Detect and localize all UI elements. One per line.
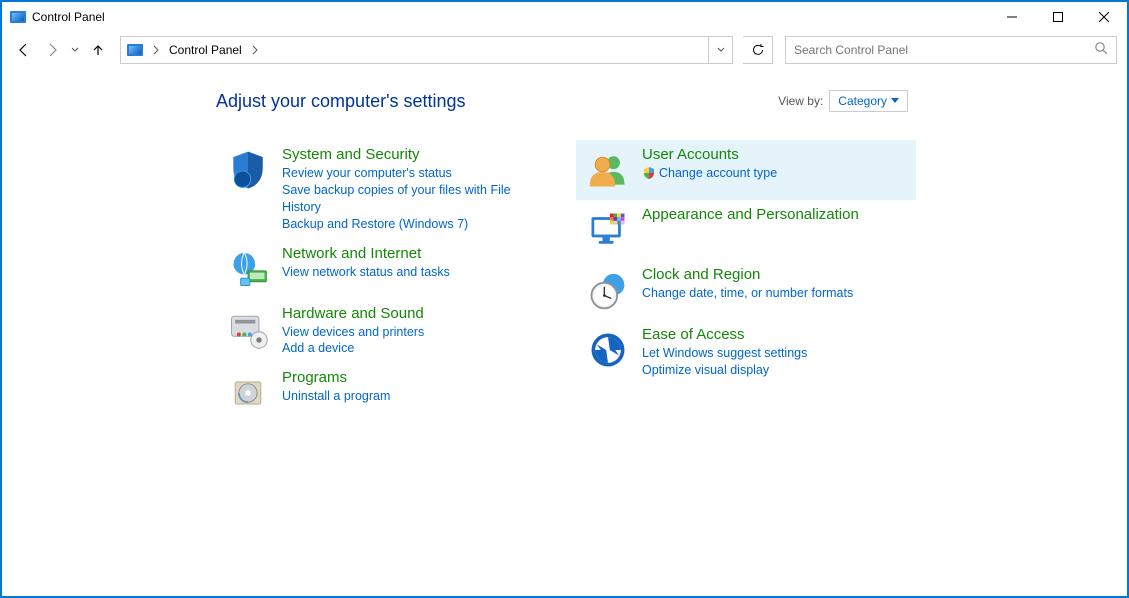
category-body: Network and Internet View network status … xyxy=(282,245,450,293)
back-button[interactable] xyxy=(12,38,36,62)
category-body: System and Security Review your computer'… xyxy=(282,146,546,233)
breadcrumb-icon-segment[interactable] xyxy=(121,37,149,63)
category-link[interactable]: View devices and printers xyxy=(282,324,424,341)
link-label: View devices and printers xyxy=(282,324,424,341)
category-title-user-accounts[interactable]: User Accounts xyxy=(642,146,777,163)
link-label: Change date, time, or number formats xyxy=(642,285,853,302)
refresh-button[interactable] xyxy=(743,36,773,64)
programs-icon[interactable] xyxy=(224,369,272,417)
category-title-appearance[interactable]: Appearance and Personalization xyxy=(642,206,859,223)
category-column-left: System and Security Review your computer'… xyxy=(216,140,554,423)
category-link[interactable]: Change account type xyxy=(642,165,777,182)
address-dropdown-button[interactable] xyxy=(708,37,732,63)
category-column-right: User Accounts Change account type Appearan… xyxy=(576,140,916,423)
chevron-right-icon[interactable] xyxy=(248,37,262,63)
category-title-ease-of-access[interactable]: Ease of Access xyxy=(642,326,807,343)
link-label: Uninstall a program xyxy=(282,388,390,405)
category-ease-of-access: Ease of Access Let Windows suggest settin… xyxy=(576,320,916,385)
search-box[interactable] xyxy=(785,36,1117,64)
control-panel-icon xyxy=(127,44,143,56)
category-link[interactable]: Let Windows suggest settings xyxy=(642,345,807,362)
category-link[interactable]: Uninstall a program xyxy=(282,388,390,405)
category-network-internet: Network and Internet View network status … xyxy=(216,239,554,299)
address-bar[interactable]: Control Panel xyxy=(120,36,733,64)
view-by-select[interactable]: Category xyxy=(829,90,908,112)
clock-region-icon[interactable] xyxy=(584,266,632,314)
appearance-icon[interactable] xyxy=(584,206,632,254)
network-internet-icon[interactable] xyxy=(224,245,272,293)
view-by-control: View by: Category xyxy=(778,90,908,112)
category-system-security: System and Security Review your computer'… xyxy=(216,140,554,239)
control-panel-icon xyxy=(10,9,26,25)
category-link[interactable]: Change date, time, or number formats xyxy=(642,285,853,302)
link-label: Optimize visual display xyxy=(642,362,769,379)
forward-button[interactable] xyxy=(40,38,64,62)
view-by-label: View by: xyxy=(778,94,823,108)
window-title: Control Panel xyxy=(32,10,105,24)
category-link[interactable]: Backup and Restore (Windows 7) xyxy=(282,216,546,233)
recent-locations-button[interactable] xyxy=(68,38,82,62)
category-link[interactable]: View network status and tasks xyxy=(282,264,450,281)
maximize-button[interactable] xyxy=(1035,2,1081,32)
search-icon[interactable] xyxy=(1094,41,1108,60)
chevron-down-icon xyxy=(891,98,899,104)
category-body: Appearance and Personalization xyxy=(642,206,859,254)
category-user-accounts: User Accounts Change account type xyxy=(576,140,916,200)
up-button[interactable] xyxy=(86,38,110,62)
link-label: Let Windows suggest settings xyxy=(642,345,807,362)
link-label: Add a device xyxy=(282,340,354,357)
category-body: Hardware and Sound View devices and print… xyxy=(282,305,424,358)
ease-of-access-icon[interactable] xyxy=(584,326,632,374)
category-title-network-internet[interactable]: Network and Internet xyxy=(282,245,450,262)
category-link[interactable]: Review your computer's status xyxy=(282,165,546,182)
view-by-value: Category xyxy=(838,94,887,108)
category-clock-region: Clock and Region Change date, time, or nu… xyxy=(576,260,916,320)
titlebar: Control Panel xyxy=(2,2,1127,32)
category-title-hardware-sound[interactable]: Hardware and Sound xyxy=(282,305,424,322)
system-security-icon[interactable] xyxy=(224,146,272,194)
content-area: Adjust your computer's settings View by:… xyxy=(2,68,1127,423)
category-link[interactable]: Add a device xyxy=(282,340,424,357)
link-label: View network status and tasks xyxy=(282,264,450,281)
search-input[interactable] xyxy=(794,43,1094,57)
category-body: Ease of Access Let Windows suggest settin… xyxy=(642,326,807,379)
category-programs: Programs Uninstall a program xyxy=(216,363,554,423)
category-body: User Accounts Change account type xyxy=(642,146,777,194)
category-link[interactable]: Save backup copies of your files with Fi… xyxy=(282,182,546,216)
minimize-button[interactable] xyxy=(989,2,1035,32)
close-button[interactable] xyxy=(1081,2,1127,32)
link-label: Review your computer's status xyxy=(282,165,452,182)
navigation-bar: Control Panel xyxy=(2,32,1127,68)
category-title-system-security[interactable]: System and Security xyxy=(282,146,546,163)
category-hardware-sound: Hardware and Sound View devices and print… xyxy=(216,299,554,364)
hardware-sound-icon[interactable] xyxy=(224,305,272,353)
category-link[interactable]: Optimize visual display xyxy=(642,362,807,379)
chevron-right-icon[interactable] xyxy=(149,37,163,63)
link-label: Save backup copies of your files with Fi… xyxy=(282,182,546,216)
category-title-clock-region[interactable]: Clock and Region xyxy=(642,266,853,283)
window-controls xyxy=(989,2,1127,32)
user-accounts-icon[interactable] xyxy=(584,146,632,194)
address-spacer[interactable] xyxy=(262,37,708,63)
category-body: Programs Uninstall a program xyxy=(282,369,390,417)
shield-icon xyxy=(642,166,656,180)
link-label: Change account type xyxy=(659,165,777,182)
breadcrumb-root[interactable]: Control Panel xyxy=(163,37,248,63)
category-appearance: Appearance and Personalization xyxy=(576,200,916,260)
category-title-programs[interactable]: Programs xyxy=(282,369,390,386)
category-body: Clock and Region Change date, time, or nu… xyxy=(642,266,853,314)
page-heading: Adjust your computer's settings xyxy=(216,91,466,112)
link-label: Backup and Restore (Windows 7) xyxy=(282,216,468,233)
